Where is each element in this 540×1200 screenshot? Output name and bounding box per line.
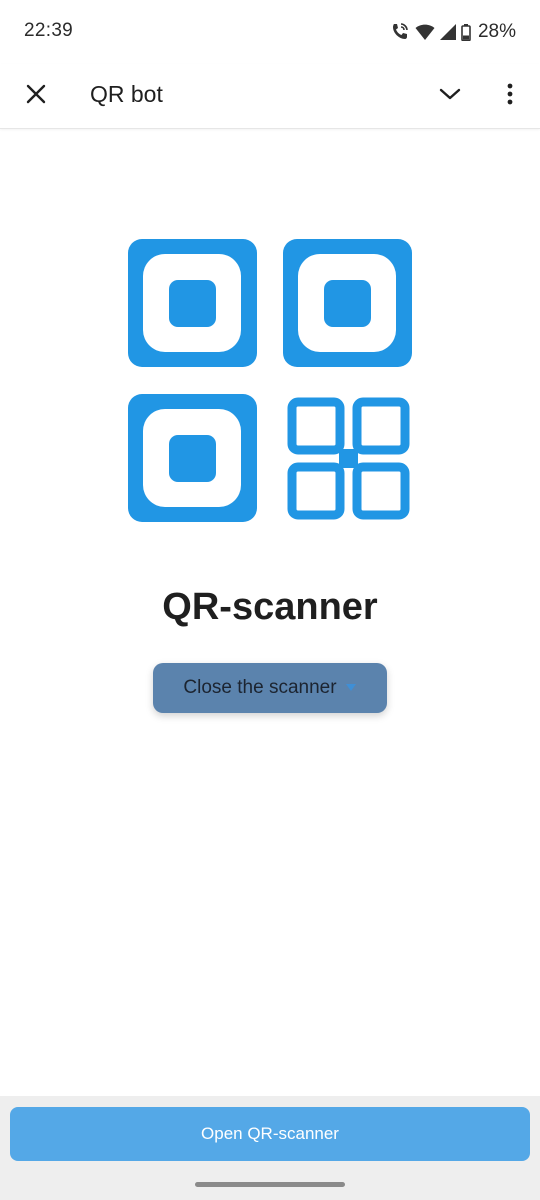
close-scanner-label: Close the scanner (183, 677, 337, 698)
open-qr-scanner-button[interactable]: Open QR-scanner (10, 1107, 530, 1161)
qr-code-icon (128, 239, 412, 523)
wifi-icon (415, 23, 435, 41)
status-time: 22:39 (24, 20, 74, 41)
page-heading: QR-scanner (162, 586, 378, 628)
battery-icon (461, 23, 471, 41)
open-qr-scanner-label: Open QR-scanner (201, 1124, 339, 1143)
status-bar: 22:39 28% (0, 0, 540, 64)
collapse-button[interactable] (428, 74, 472, 118)
wifi-calling-icon (390, 22, 410, 42)
chevron-down-icon (345, 682, 357, 694)
signal-icon (439, 24, 456, 40)
app-header: QR bot (0, 64, 540, 129)
home-indicator[interactable] (195, 1182, 345, 1187)
close-icon (26, 84, 46, 109)
status-icons: 28% (390, 19, 516, 45)
close-scanner-button[interactable]: Close the scanner (153, 663, 387, 713)
more-vertical-icon (507, 83, 513, 110)
close-button[interactable] (14, 74, 58, 118)
bottom-bar: Open QR-scanner (0, 1096, 540, 1200)
page-title: QR bot (90, 81, 163, 107)
battery-percentage: 28% (477, 21, 516, 42)
more-options-button[interactable] (488, 74, 532, 118)
chevron-down-icon (439, 87, 461, 106)
